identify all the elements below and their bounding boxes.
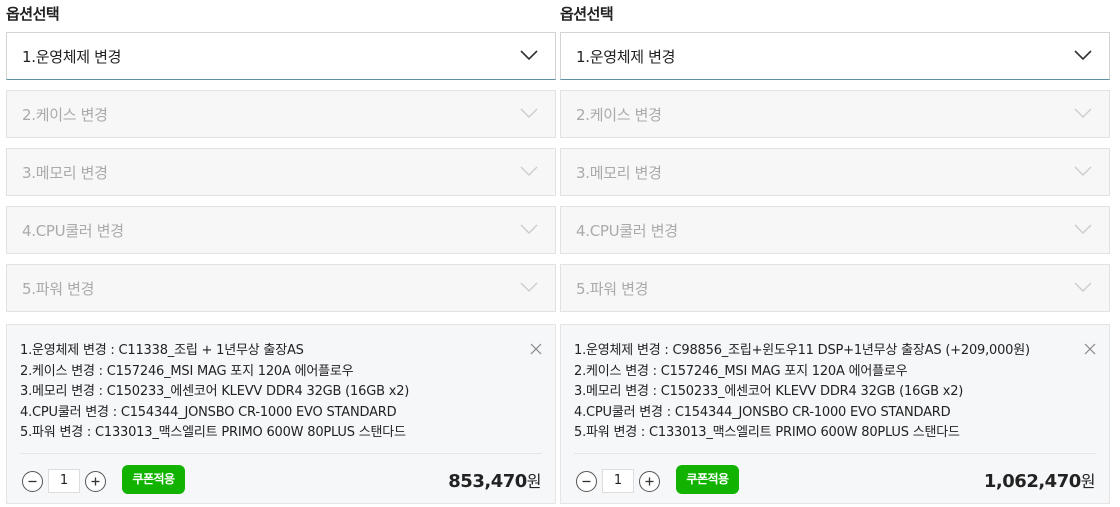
select-label: 2.케이스 변경 [22, 105, 108, 124]
select-label: 3.메모리 변경 [576, 163, 662, 182]
close-icon[interactable] [1083, 341, 1097, 355]
select-label: 2.케이스 변경 [576, 105, 662, 124]
summary-line: 2.케이스 변경 : C157246_MSI MAG 포지 120A 에어플로우 [574, 363, 908, 379]
selected-option-summary: 1.운영체제 변경 : C11338_조립 + 1년무상 출장AS 2.케이스 … [6, 324, 556, 504]
chevron-down-icon [1073, 48, 1093, 62]
summary-line: 5.파워 변경 : C133013_맥스엘리트 PRIMO 600W 80PLU… [574, 425, 960, 440]
price-currency: 원 [526, 472, 542, 491]
chevron-down-icon [1073, 280, 1093, 294]
quantity-stepper: 1 [22, 469, 106, 493]
select-os[interactable]: 1.운영체제 변경 [6, 32, 556, 80]
summary-line: 4.CPU쿨러 변경 : C154344_JONSBO CR-1000 EVO … [574, 404, 951, 420]
coupon-button[interactable]: 쿠폰적용 [676, 465, 739, 494]
option-panel-left: 옵션선택 1.운영체제 변경 2.케이스 변경 3.메모리 변경 4.CPU쿨러… [6, 0, 556, 504]
plus-icon[interactable] [639, 470, 660, 492]
minus-icon[interactable] [576, 470, 597, 492]
chevron-down-icon [519, 48, 539, 62]
select-memory[interactable]: 3.메모리 변경 [560, 148, 1110, 196]
summary-line: 4.CPU쿨러 변경 : C154344_JONSBO CR-1000 EVO … [20, 404, 397, 420]
summary-line: 5.파워 변경 : C133013_맥스엘리트 PRIMO 600W 80PLU… [20, 425, 406, 440]
chevron-down-icon [519, 222, 539, 236]
summary-line: 2.케이스 변경 : C157246_MSI MAG 포지 120A 에어플로우 [20, 363, 354, 379]
summary-line: 3.메모리 변경 : C150233_에센코어 KLEVV DDR4 32GB … [20, 384, 410, 399]
chevron-down-icon [1073, 164, 1093, 178]
chevron-down-icon [1073, 106, 1093, 120]
chevron-down-icon [519, 164, 539, 178]
select-label: 3.메모리 변경 [22, 163, 108, 182]
summary-lines: 1.운영체제 변경 : C98856_조립+윈도우11 DSP+1년무상 출장A… [574, 341, 1030, 444]
summary-line: 3.메모리 변경 : C150233_에센코어 KLEVV DDR4 32GB … [574, 384, 964, 399]
divider [20, 453, 542, 454]
summary-line: 1.운영체제 변경 : C98856_조립+윈도우11 DSP+1년무상 출장A… [574, 343, 1030, 358]
total-price: 1,062,470원 [983, 468, 1096, 492]
option-panel-right: 옵션선택 1.운영체제 변경 2.케이스 변경 3.메모리 변경 4.CPU쿨러… [560, 0, 1110, 504]
option-title: 옵션선택 [6, 5, 60, 23]
select-label: 1.운영체제 변경 [22, 47, 122, 66]
select-label: 1.운영체제 변경 [576, 47, 676, 66]
summary-lines: 1.운영체제 변경 : C11338_조립 + 1년무상 출장AS 2.케이스 … [20, 341, 409, 444]
select-case[interactable]: 2.케이스 변경 [560, 90, 1110, 138]
select-cpu-cooler[interactable]: 4.CPU쿨러 변경 [6, 206, 556, 254]
select-label: 5.파워 변경 [576, 279, 649, 298]
select-cpu-cooler[interactable]: 4.CPU쿨러 변경 [560, 206, 1110, 254]
select-power[interactable]: 5.파워 변경 [6, 264, 556, 312]
divider [574, 453, 1096, 454]
price-amount: 1,062,470 [983, 471, 1081, 492]
chevron-down-icon [519, 106, 539, 120]
quantity-field[interactable]: 1 [48, 469, 80, 493]
total-price: 853,470원 [448, 468, 541, 492]
select-case[interactable]: 2.케이스 변경 [6, 90, 556, 138]
select-label: 5.파워 변경 [22, 279, 95, 298]
select-os[interactable]: 1.운영체제 변경 [560, 32, 1110, 80]
select-memory[interactable]: 3.메모리 변경 [6, 148, 556, 196]
summary-line: 1.운영체제 변경 : C11338_조립 + 1년무상 출장AS [20, 343, 304, 358]
plus-icon[interactable] [85, 470, 106, 492]
select-power[interactable]: 5.파워 변경 [560, 264, 1110, 312]
selected-option-summary: 1.운영체제 변경 : C98856_조립+윈도우11 DSP+1년무상 출장A… [560, 324, 1110, 504]
close-icon[interactable] [529, 341, 543, 355]
select-label: 4.CPU쿨러 변경 [22, 221, 124, 240]
option-title: 옵션선택 [560, 5, 614, 23]
minus-icon[interactable] [22, 470, 43, 492]
quantity-stepper: 1 [576, 469, 660, 493]
select-label: 4.CPU쿨러 변경 [576, 221, 678, 240]
price-amount: 853,470 [448, 471, 527, 492]
chevron-down-icon [1073, 222, 1093, 236]
coupon-button[interactable]: 쿠폰적용 [122, 465, 185, 494]
price-currency: 원 [1080, 472, 1096, 491]
chevron-down-icon [519, 280, 539, 294]
quantity-field[interactable]: 1 [602, 469, 634, 493]
